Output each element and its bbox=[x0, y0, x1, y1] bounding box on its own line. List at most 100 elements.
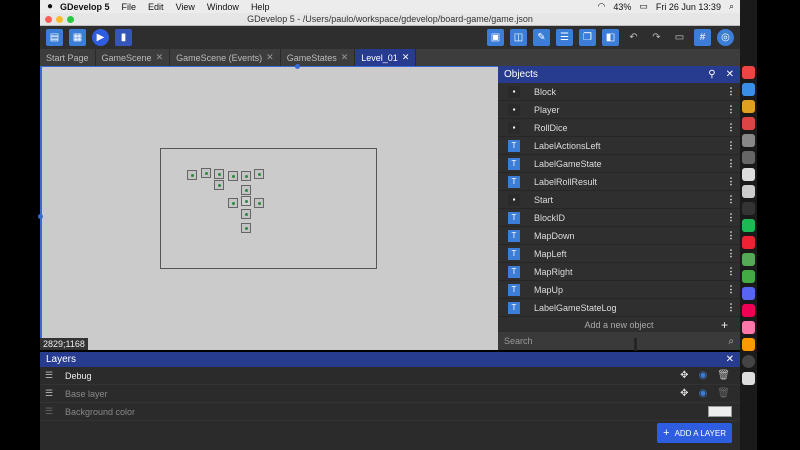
block-instance[interactable] bbox=[241, 185, 251, 195]
brave-app-icon[interactable] bbox=[742, 66, 755, 79]
layer-name[interactable]: Debug bbox=[65, 371, 680, 381]
resize-handle[interactable] bbox=[38, 214, 43, 219]
more-options-icon[interactable]: ⋮ bbox=[722, 86, 740, 97]
menu-help[interactable]: Help bbox=[251, 2, 270, 12]
redo-icon[interactable]: ↷ bbox=[648, 29, 665, 46]
drag-handle-icon[interactable]: ☰ bbox=[45, 370, 59, 381]
tab-gamestates[interactable]: GameStates ✕ bbox=[281, 49, 356, 66]
zoom-icon[interactable]: ◎ bbox=[717, 29, 734, 46]
close-icon[interactable]: ✕ bbox=[266, 52, 274, 63]
tab-start-page[interactable]: Start Page bbox=[40, 49, 96, 66]
more-options-icon[interactable]: ⋮ bbox=[722, 122, 740, 133]
close-icon[interactable]: ✕ bbox=[341, 52, 349, 63]
more-options-icon[interactable]: ⋮ bbox=[722, 140, 740, 151]
grid-toggle-icon[interactable]: # bbox=[694, 29, 711, 46]
search-icon[interactable]: ⌕ bbox=[728, 336, 734, 347]
project-manager-icon[interactable]: ▤ bbox=[46, 29, 63, 46]
terminal-app-icon[interactable] bbox=[742, 202, 755, 215]
groups-editor-icon[interactable]: ◫ bbox=[510, 29, 527, 46]
more-options-icon[interactable]: ⋮ bbox=[722, 284, 740, 295]
objects-search[interactable]: Search ⌕ bbox=[498, 332, 740, 350]
tab-gamescene[interactable]: GameScene ✕ bbox=[96, 49, 171, 66]
block-instance[interactable] bbox=[214, 180, 224, 190]
layers-icon[interactable]: ❐ bbox=[579, 29, 596, 46]
block-instance[interactable] bbox=[201, 168, 211, 178]
search-input[interactable]: Search bbox=[504, 336, 533, 346]
menu-file[interactable]: File bbox=[122, 2, 137, 12]
app-icon[interactable] bbox=[742, 304, 755, 317]
move-icon[interactable]: ✥ bbox=[680, 388, 688, 399]
apple-icon[interactable]: ● bbox=[40, 1, 60, 12]
block-instance[interactable] bbox=[228, 198, 238, 208]
drag-handle-icon[interactable]: ☰ bbox=[45, 388, 59, 399]
menu-view[interactable]: View bbox=[176, 2, 195, 12]
filter-icon[interactable]: ⚲ bbox=[708, 69, 715, 80]
background-color-swatch[interactable] bbox=[708, 406, 732, 417]
delete-instance-icon[interactable]: ▭ bbox=[671, 29, 688, 46]
object-list-item[interactable]: T MapUp ⋮ bbox=[498, 281, 740, 299]
object-list-item[interactable]: T LabelRollResult ⋮ bbox=[498, 173, 740, 191]
block-instance[interactable] bbox=[214, 169, 224, 179]
resize-handle[interactable] bbox=[295, 64, 300, 69]
layer-row[interactable]: ☰ Base layer ✥ ◉ 🗑 bbox=[40, 385, 740, 403]
add-object-button[interactable]: Add a new object + bbox=[498, 317, 740, 332]
more-options-icon[interactable]: ⋮ bbox=[722, 176, 740, 187]
block-instance[interactable] bbox=[254, 169, 264, 179]
add-layer-button[interactable]: + ADD A LAYER bbox=[657, 423, 732, 443]
object-list-item[interactable]: T BlockID ⋮ bbox=[498, 209, 740, 227]
minimize-window-button[interactable] bbox=[56, 16, 63, 23]
close-icon[interactable]: ✕ bbox=[726, 69, 734, 80]
menu-window[interactable]: Window bbox=[207, 2, 239, 12]
spotlight-icon[interactable]: ⌕ bbox=[729, 1, 734, 12]
object-list-item[interactable]: ▪ RollDice ⋮ bbox=[498, 119, 740, 137]
app-icon[interactable] bbox=[742, 151, 755, 164]
object-list-item[interactable]: T LabelGameStateLog ⋮ bbox=[498, 299, 740, 317]
close-icon[interactable]: ✕ bbox=[726, 354, 734, 365]
menu-app-name[interactable]: GDevelop 5 bbox=[60, 2, 110, 12]
properties-icon[interactable]: ✎ bbox=[533, 29, 550, 46]
safari-app-icon[interactable] bbox=[742, 83, 755, 96]
more-options-icon[interactable]: ⋮ bbox=[722, 194, 740, 205]
preview-play-icon[interactable]: ▶ bbox=[92, 29, 109, 46]
block-instance[interactable] bbox=[241, 209, 251, 219]
block-instance[interactable] bbox=[187, 170, 197, 180]
block-instance[interactable] bbox=[241, 171, 251, 181]
more-options-icon[interactable]: ⋮ bbox=[722, 248, 740, 259]
object-list-item[interactable]: T MapRight ⋮ bbox=[498, 263, 740, 281]
spotify-app-icon[interactable] bbox=[742, 219, 755, 232]
undo-icon[interactable]: ↶ bbox=[625, 29, 642, 46]
visibility-eye-icon[interactable]: ◉ bbox=[699, 388, 708, 399]
battery-icon[interactable]: ▭ bbox=[639, 1, 648, 12]
window-mask-icon[interactable]: ◧ bbox=[602, 29, 619, 46]
close-icon[interactable]: ✕ bbox=[156, 52, 164, 63]
more-options-icon[interactable]: ⋮ bbox=[722, 104, 740, 115]
close-icon[interactable]: ✕ bbox=[402, 52, 410, 63]
object-list-item[interactable]: T MapLeft ⋮ bbox=[498, 245, 740, 263]
more-options-icon[interactable]: ⋮ bbox=[722, 266, 740, 277]
app-icon[interactable] bbox=[742, 134, 755, 147]
move-icon[interactable]: ✥ bbox=[680, 370, 688, 381]
block-instance[interactable] bbox=[241, 223, 251, 233]
more-options-icon[interactable]: ⋮ bbox=[722, 158, 740, 169]
app-icon[interactable] bbox=[742, 185, 755, 198]
player-instance[interactable] bbox=[241, 196, 251, 206]
network-preview-icon[interactable]: ▮ bbox=[115, 29, 132, 46]
wifi-icon[interactable]: ◠ bbox=[598, 1, 606, 12]
scene-canvas[interactable]: 2829;1168 bbox=[38, 64, 498, 350]
app-icon[interactable] bbox=[742, 321, 755, 334]
app-icon[interactable] bbox=[742, 355, 755, 368]
tab-gamescene-events[interactable]: GameScene (Events) ✕ bbox=[170, 49, 281, 66]
app-icon[interactable] bbox=[742, 253, 755, 266]
block-instance[interactable] bbox=[254, 198, 264, 208]
tab-level-01[interactable]: Level_01 ✕ bbox=[355, 49, 417, 66]
object-list-item[interactable]: ▪ Start ⋮ bbox=[498, 191, 740, 209]
object-list-item[interactable]: ▪ Block ⋮ bbox=[498, 83, 740, 101]
objects-editor-icon[interactable]: ▣ bbox=[487, 29, 504, 46]
layer-row[interactable]: ☰ Debug ✥ ◉ 🗑 bbox=[40, 367, 740, 385]
object-list-item[interactable]: T LabelActionsLeft ⋮ bbox=[498, 137, 740, 155]
delete-trash-icon[interactable]: 🗑 bbox=[717, 370, 730, 381]
more-options-icon[interactable]: ⋮ bbox=[722, 230, 740, 241]
app-icon[interactable] bbox=[742, 270, 755, 283]
instances-list-icon[interactable]: ☰ bbox=[556, 29, 573, 46]
app-icon[interactable] bbox=[742, 236, 755, 249]
